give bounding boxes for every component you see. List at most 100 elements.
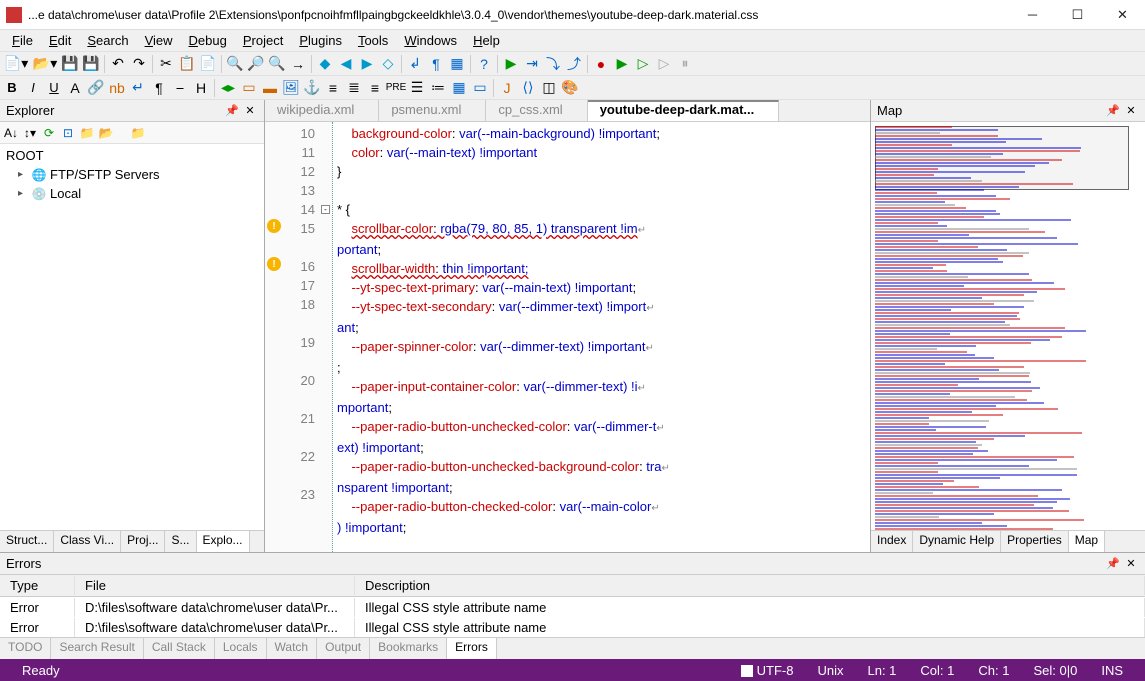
hr-button[interactable]: ⎯ bbox=[170, 78, 190, 98]
debug-play-button[interactable]: ▶ bbox=[612, 54, 632, 74]
cut-button[interactable]: ✂ bbox=[156, 54, 176, 74]
ol-button[interactable]: ≔ bbox=[428, 78, 448, 98]
right-tab[interactable]: Index bbox=[871, 531, 913, 552]
warning-icon[interactable]: ! bbox=[267, 219, 281, 233]
step-out-button[interactable]: ⤴ bbox=[564, 54, 584, 74]
left-tab[interactable]: Proj... bbox=[121, 531, 165, 552]
tree-root[interactable]: ROOT bbox=[0, 146, 264, 165]
entity-button[interactable]: ◫ bbox=[539, 78, 559, 98]
errors-pin-icon[interactable]: 📌 bbox=[1105, 556, 1121, 572]
left-tab[interactable]: S... bbox=[165, 531, 196, 552]
br-button[interactable]: ↵ bbox=[128, 78, 148, 98]
left-tab[interactable]: Struct... bbox=[0, 531, 54, 552]
tree-node[interactable]: ▸💿Local bbox=[0, 184, 264, 203]
pin-icon[interactable]: 📌 bbox=[224, 103, 240, 119]
menu-search[interactable]: Search bbox=[79, 31, 136, 50]
errors-close-icon[interactable]: ✕ bbox=[1123, 556, 1139, 572]
div-button[interactable]: ▭ bbox=[239, 78, 259, 98]
save-all-button[interactable]: 💾 bbox=[81, 54, 101, 74]
new-folder-button[interactable]: 📁 bbox=[129, 124, 147, 142]
copy-button[interactable]: 📋 bbox=[177, 54, 197, 74]
image-button[interactable]: 🖼 bbox=[281, 78, 301, 98]
heading-button[interactable]: H bbox=[191, 78, 211, 98]
bottom-tab[interactable]: TODO bbox=[0, 638, 51, 659]
editor-tab[interactable]: psmenu.xml bbox=[379, 100, 486, 121]
error-row[interactable]: ErrorD:\files\software data\chrome\user … bbox=[0, 597, 1145, 617]
pre-button[interactable]: PRE bbox=[386, 78, 406, 98]
map-pin-icon[interactable]: 📌 bbox=[1105, 103, 1121, 119]
left-tab[interactable]: Class Vi... bbox=[54, 531, 121, 552]
align-right-button[interactable]: ≡ bbox=[365, 78, 385, 98]
right-tab[interactable]: Map bbox=[1069, 531, 1105, 552]
link-button[interactable]: 🔗 bbox=[86, 78, 106, 98]
nbsp-button[interactable]: nb bbox=[107, 78, 127, 98]
font-button[interactable]: A bbox=[65, 78, 85, 98]
status-char[interactable]: Ch: 1 bbox=[978, 663, 1009, 678]
col-desc[interactable]: Description bbox=[355, 576, 1145, 595]
status-line[interactable]: Ln: 1 bbox=[868, 663, 897, 678]
debug-resume-button[interactable]: ▷ bbox=[633, 54, 653, 74]
panel-close-icon[interactable]: ✕ bbox=[242, 103, 258, 119]
left-tab[interactable]: Explo... bbox=[197, 531, 250, 552]
code-content[interactable]: background-color: var(--main-background)… bbox=[333, 122, 870, 552]
editor-tab[interactable]: youtube-deep-dark.mat... bbox=[588, 100, 780, 121]
editor-tab[interactable]: wikipedia.xml bbox=[265, 100, 379, 121]
bookmark-prev-button[interactable]: ◀ bbox=[336, 54, 356, 74]
bottom-tab[interactable]: Bookmarks bbox=[370, 638, 447, 659]
right-tab[interactable]: Properties bbox=[1001, 531, 1069, 552]
expand-button[interactable]: 📂 bbox=[97, 124, 115, 142]
paste-button[interactable]: 📄 bbox=[198, 54, 218, 74]
menu-project[interactable]: Project bbox=[235, 31, 291, 50]
error-row[interactable]: ErrorD:\files\software data\chrome\user … bbox=[0, 617, 1145, 637]
tree-node[interactable]: ▸🌐FTP/SFTP Servers bbox=[0, 165, 264, 184]
code-editor[interactable]: !! 1011121314151617181920212223 - backgr… bbox=[265, 122, 870, 552]
guides-button[interactable]: ▦ bbox=[447, 54, 467, 74]
bookmark-clear-button[interactable]: ◇ bbox=[378, 54, 398, 74]
color-button[interactable]: 🎨 bbox=[560, 78, 580, 98]
bookmark-next-button[interactable]: ▶ bbox=[357, 54, 377, 74]
status-ins[interactable]: INS bbox=[1101, 663, 1123, 678]
table-button[interactable]: ▦ bbox=[449, 78, 469, 98]
minimap[interactable] bbox=[871, 122, 1145, 530]
help-button[interactable]: ? bbox=[474, 54, 494, 74]
maximize-button[interactable]: ☐ bbox=[1055, 0, 1100, 30]
caret-icon[interactable]: ▸ bbox=[18, 188, 28, 199]
sort-button[interactable]: A↓ bbox=[2, 124, 20, 142]
menu-plugins[interactable]: Plugins bbox=[291, 31, 350, 50]
fold-marker[interactable]: - bbox=[321, 205, 330, 214]
whitespace-button[interactable]: ¶ bbox=[426, 54, 446, 74]
undo-button[interactable]: ↶ bbox=[108, 54, 128, 74]
collapse-button[interactable]: 📁 bbox=[78, 124, 96, 142]
anchor-button[interactable]: ⚓ bbox=[302, 78, 322, 98]
open-file-button[interactable]: 📂▾ bbox=[31, 54, 59, 74]
bottom-tab[interactable]: Errors bbox=[447, 638, 497, 659]
form-button[interactable]: ▭ bbox=[470, 78, 490, 98]
bottom-tab[interactable]: Output bbox=[317, 638, 370, 659]
caret-icon[interactable]: ▸ bbox=[18, 169, 28, 180]
menu-view[interactable]: View bbox=[137, 31, 181, 50]
bottom-tab[interactable]: Call Stack bbox=[144, 638, 215, 659]
col-type[interactable]: Type bbox=[0, 576, 75, 595]
wordwrap-button[interactable]: ↲ bbox=[405, 54, 425, 74]
new-file-button[interactable]: 📄▾ bbox=[2, 54, 30, 74]
bold-button[interactable]: B bbox=[2, 78, 22, 98]
find-button[interactable]: 🔍 bbox=[225, 54, 245, 74]
right-tab[interactable]: Dynamic Help bbox=[913, 531, 1001, 552]
find-in-files-button[interactable]: 🔍 bbox=[267, 54, 287, 74]
step-over-button[interactable]: ⤵ bbox=[543, 54, 563, 74]
record-button[interactable]: ● bbox=[591, 54, 611, 74]
css-button[interactable]: ⟨⟩ bbox=[518, 78, 538, 98]
underline-button[interactable]: U bbox=[44, 78, 64, 98]
list-button[interactable]: ☰ bbox=[407, 78, 427, 98]
bottom-tab[interactable]: Search Result bbox=[51, 638, 143, 659]
pause-button[interactable]: ⏸ bbox=[675, 54, 695, 74]
italic-button[interactable]: I bbox=[23, 78, 43, 98]
menu-help[interactable]: Help bbox=[465, 31, 508, 50]
map-close-icon[interactable]: ✕ bbox=[1123, 103, 1139, 119]
fold-gutter[interactable]: - bbox=[321, 122, 333, 552]
align-left-button[interactable]: ≡ bbox=[323, 78, 343, 98]
status-encoding[interactable]: UTF-8 bbox=[741, 663, 794, 678]
menu-debug[interactable]: Debug bbox=[181, 31, 235, 50]
sync-button[interactable]: ⊡ bbox=[59, 124, 77, 142]
span-button[interactable]: ▬ bbox=[260, 78, 280, 98]
